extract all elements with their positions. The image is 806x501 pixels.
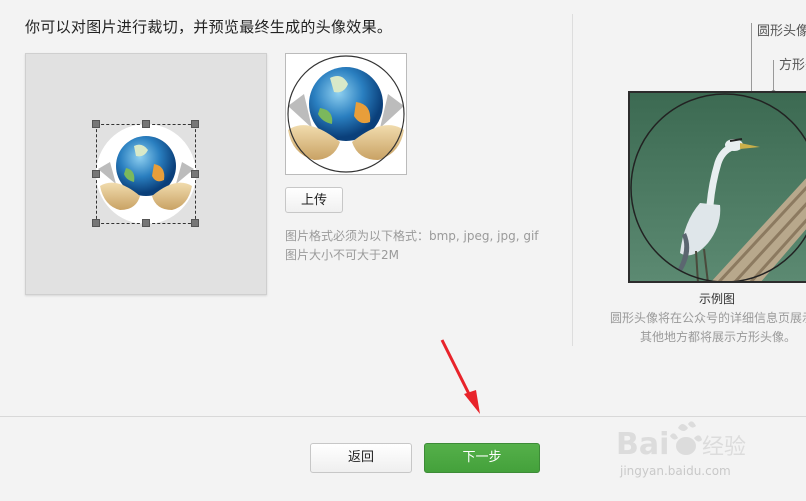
crop-area[interactable] [25,53,267,295]
round-annotation-line [751,23,752,96]
crop-handle-bottom-right[interactable] [191,219,199,227]
crop-handle-middle-left[interactable] [92,170,100,178]
crop-handle-bottom-left[interactable] [92,219,100,227]
section-divider [572,14,573,346]
crop-handle-bottom-center[interactable] [142,219,150,227]
crop-handle-top-right[interactable] [191,120,199,128]
crop-handle-top-left[interactable] [92,120,100,128]
crop-selection-box[interactable] [96,124,196,224]
square-avatar-label: 方形头像 [779,58,806,73]
crop-handle-top-center[interactable] [142,120,150,128]
size-hint: 图片大小不可大于2M [285,248,399,262]
baidu-watermark-logo: Bai 经验 [616,421,746,462]
page-instruction: 你可以对图片进行裁切，并预览最终生成的头像效果。 [25,18,393,36]
watermark-url: jingyan.baidu.com [620,464,731,478]
svg-text:Bai: Bai [616,427,669,462]
example-image [628,91,806,283]
round-avatar-label: 圆形头像 [757,24,806,39]
back-button[interactable]: 返回 [310,443,412,473]
next-step-button[interactable]: 下一步 [424,443,540,473]
example-description-line2: 其他地方都将展示方形头像。 [640,330,797,344]
example-description-line1: 圆形头像将在公众号的详细信息页展示， [610,311,806,325]
heron-photo-icon [630,93,806,281]
avatar-preview-image [286,54,406,174]
example-caption: 示例图 [699,292,736,306]
avatar-preview [285,53,407,175]
square-annotation-line [773,60,774,92]
format-hint: 图片格式必须为以下格式：bmp, jpeg, jpg, gif [285,229,539,243]
red-arrow-icon [440,339,480,414]
crop-handle-middle-right[interactable] [191,170,199,178]
svg-text:经验: 经验 [702,435,746,460]
upload-button[interactable]: 上传 [285,187,343,213]
